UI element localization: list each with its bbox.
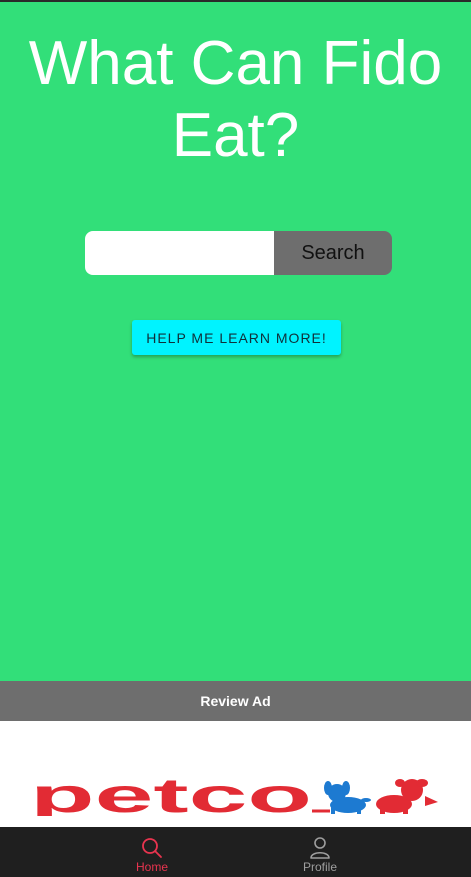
tab-home[interactable]: Home [107,827,197,877]
learn-more-button[interactable]: HELP ME LEARN MORE! [132,320,341,355]
search-icon [142,838,162,858]
page-title: What Can Fido Eat? [28,29,443,170]
review-ad-bar[interactable]: Review Ad [0,681,471,721]
blue-dog-icon [324,781,371,814]
bottom-tab-bar: Home Profile [0,827,471,877]
review-ad-label: Review Ad [200,693,271,709]
top-border [0,0,471,2]
search-input[interactable] [85,231,274,275]
tab-profile[interactable]: Profile [275,827,365,877]
tab-profile-label: Profile [302,860,337,874]
search-button[interactable]: Search [274,231,392,275]
ad-banner[interactable]: petco [0,721,471,827]
petco-logo: petco [30,776,438,816]
red-dog-icon [376,779,438,814]
person-icon [310,837,330,859]
tab-home-label: Home [135,860,168,874]
petco-wordmark: petco [30,776,312,816]
search-bar: Search [85,231,392,275]
